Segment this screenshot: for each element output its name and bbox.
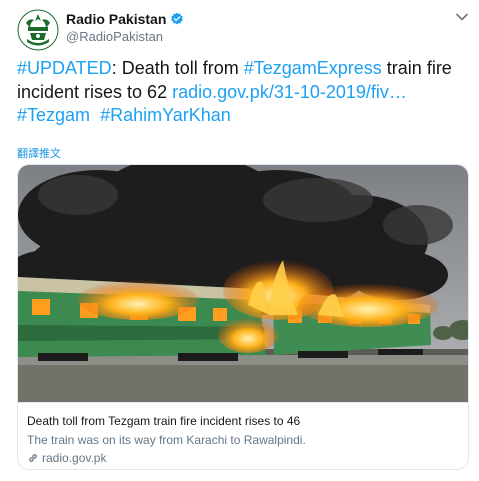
- card-description: The train was on its way from Karachi to…: [27, 433, 306, 447]
- card-image[interactable]: [18, 165, 469, 402]
- verified-badge-icon: [171, 12, 184, 25]
- card-title[interactable]: Death toll from Tezgam train fire incide…: [27, 414, 300, 428]
- account-handle[interactable]: @RadioPakistan: [66, 29, 163, 44]
- display-name-text[interactable]: Radio Pakistan: [66, 11, 166, 27]
- hashtag-tezgam-express[interactable]: #TezgamExpress: [244, 58, 382, 78]
- tweet-text-part: : Death toll from: [111, 58, 244, 78]
- card-meta[interactable]: Death toll from Tezgam train fire incide…: [18, 402, 468, 469]
- tweet-text: #UPDATED: Death toll from #TezgamExpress…: [17, 57, 467, 128]
- translate-tweet-link[interactable]: 翻譯推文: [17, 145, 61, 161]
- card-domain-text[interactable]: radio.gov.pk: [42, 451, 106, 465]
- hashtag-tezgam[interactable]: #Tezgam: [17, 105, 90, 125]
- card-domain[interactable]: radio.gov.pk: [27, 451, 106, 465]
- tweet-link[interactable]: radio.gov.pk/31-10-2019/fiv…: [172, 82, 407, 102]
- display-name[interactable]: Radio Pakistan: [66, 11, 184, 27]
- link-icon: [29, 454, 37, 462]
- hashtag-rahim-yar-khan[interactable]: #RahimYarKhan: [100, 105, 231, 125]
- avatar[interactable]: [17, 9, 59, 51]
- link-card[interactable]: Death toll from Tezgam train fire incide…: [17, 164, 469, 470]
- radio-pakistan-logo: [17, 9, 59, 51]
- chevron-down-icon[interactable]: [455, 10, 469, 24]
- hashtag-updated[interactable]: #UPDATED: [17, 58, 112, 78]
